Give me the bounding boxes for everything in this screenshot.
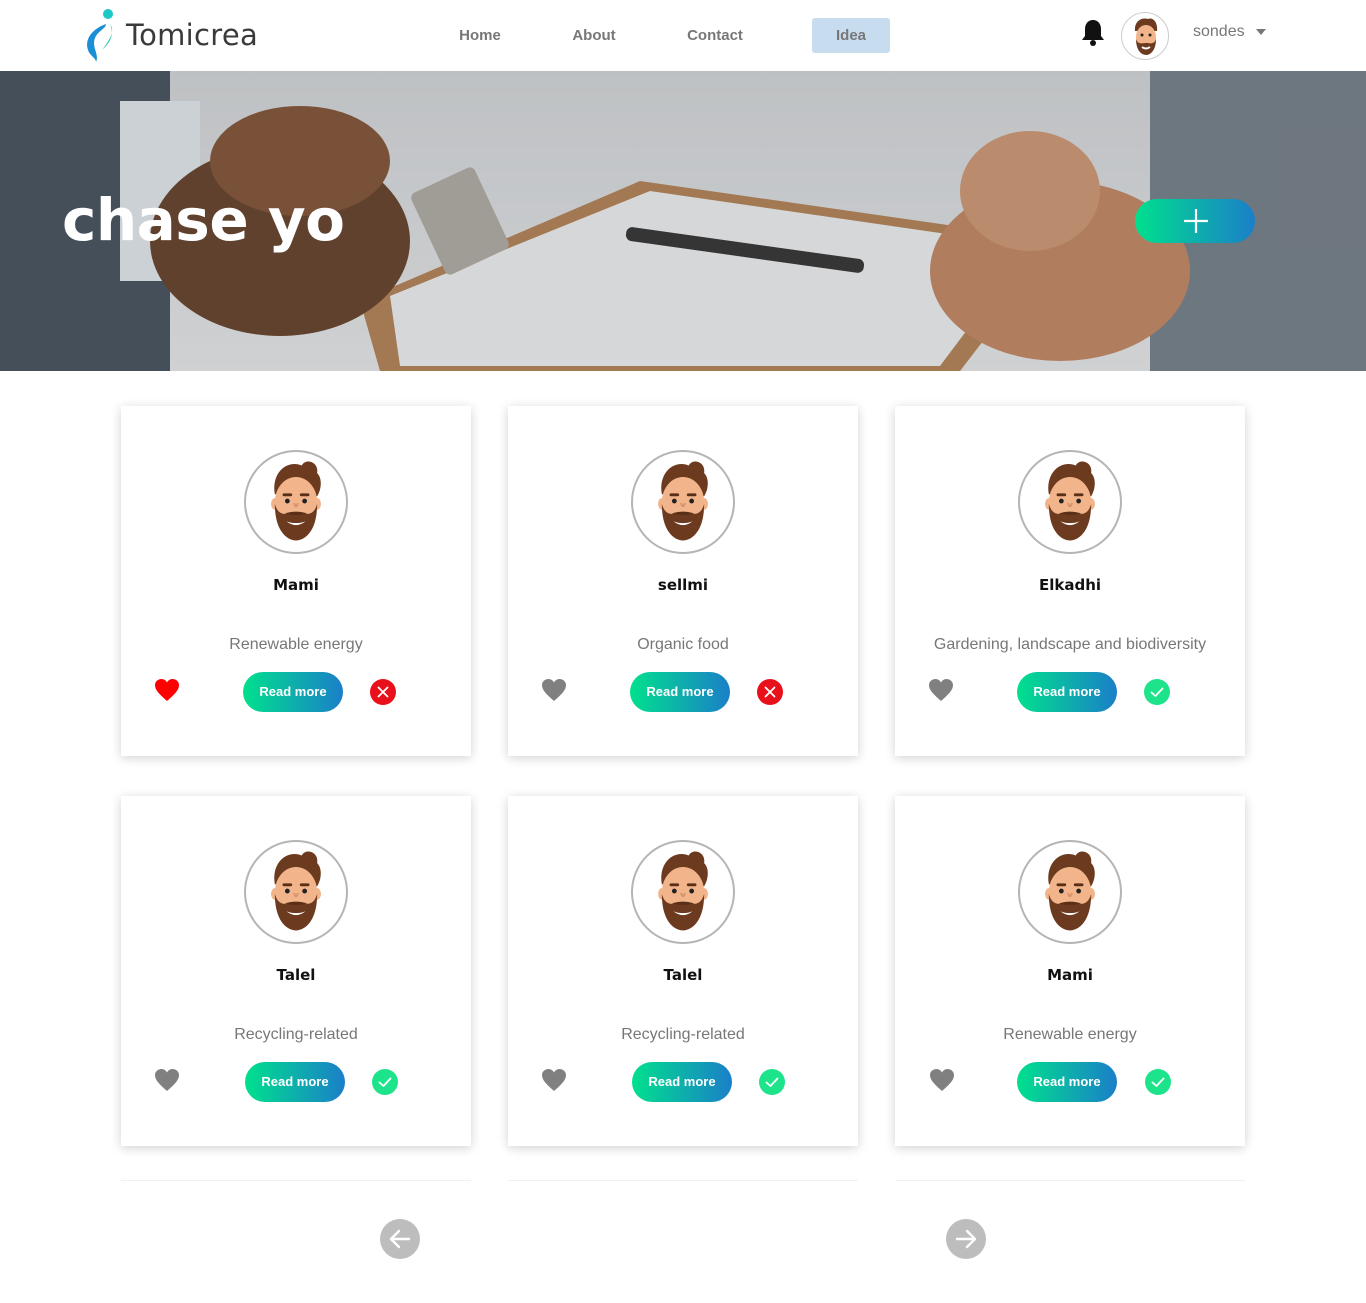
hero-title: chase yo [62,186,345,254]
plus-icon [1182,207,1210,235]
check-icon[interactable] [759,1069,785,1095]
nav-contact[interactable]: Contact [675,18,755,53]
nav-idea[interactable]: Idea [812,18,890,53]
close-icon[interactable] [370,679,396,705]
user-name[interactable]: sondes [1193,23,1245,41]
check-icon[interactable] [1144,679,1170,705]
idea-category: Organic food [637,636,729,653]
read-more-button[interactable]: Read more [245,1062,345,1102]
idea-category: Gardening, landscape and biodiversity [933,636,1207,653]
idea-author: Mami [273,576,319,594]
idea-card: sellmi Organic food Read more [508,406,858,756]
idea-category: Renewable energy [1003,1026,1137,1043]
idea-author: Talel [663,966,703,984]
user-avatar[interactable] [1121,12,1169,60]
read-more-button[interactable]: Read more [1017,1062,1117,1102]
idea-author: Talel [276,966,316,984]
close-icon[interactable] [757,679,783,705]
heart-icon[interactable] [541,1068,567,1092]
divider [508,1180,858,1181]
idea-card: Elkadhi Gardening, landscape and biodive… [895,406,1245,756]
read-more-button[interactable]: Read more [243,672,343,712]
nav-about[interactable]: About [560,18,628,53]
idea-card: Talel Recycling-related Read more [121,796,471,1146]
heart-icon[interactable] [928,678,954,702]
avatar [1018,840,1122,944]
add-idea-button[interactable] [1135,199,1255,243]
idea-category: Recycling-related [621,1026,745,1043]
idea-author: Mami [1047,966,1093,984]
idea-card: Mami Renewable energy Read more [121,406,471,756]
heart-icon[interactable] [929,1068,955,1092]
arrow-left-icon [389,1229,411,1249]
top-navbar: Tomicrea Home About Contact Idea sondes [0,0,1366,71]
heart-icon[interactable] [154,1068,180,1092]
avatar [631,840,735,944]
idea-card: Mami Renewable energy Read more [895,796,1245,1146]
read-more-button[interactable]: Read more [632,1062,732,1102]
chevron-down-icon[interactable] [1256,29,1266,35]
read-more-button[interactable]: Read more [630,672,730,712]
check-icon[interactable] [372,1069,398,1095]
divider [121,1180,471,1181]
nav-home[interactable]: Home [446,18,514,53]
avatar [244,450,348,554]
idea-author: Elkadhi [1038,576,1102,594]
next-page-button[interactable] [946,1219,986,1259]
idea-category: Renewable energy [229,636,363,653]
read-more-button[interactable]: Read more [1017,672,1117,712]
bell-icon[interactable] [1080,18,1106,46]
hero-banner: chase yo [0,71,1366,371]
idea-card: Talel Recycling-related Read more [508,796,858,1146]
divider [895,1180,1245,1181]
heart-icon[interactable] [541,678,567,702]
arrow-right-icon [955,1229,977,1249]
prev-page-button[interactable] [380,1219,420,1259]
avatar [631,450,735,554]
heart-icon[interactable] [154,678,180,702]
check-icon[interactable] [1145,1069,1171,1095]
avatar [1018,450,1122,554]
avatar [244,840,348,944]
idea-author: sellmi [657,576,709,594]
idea-category: Recycling-related [234,1026,358,1043]
